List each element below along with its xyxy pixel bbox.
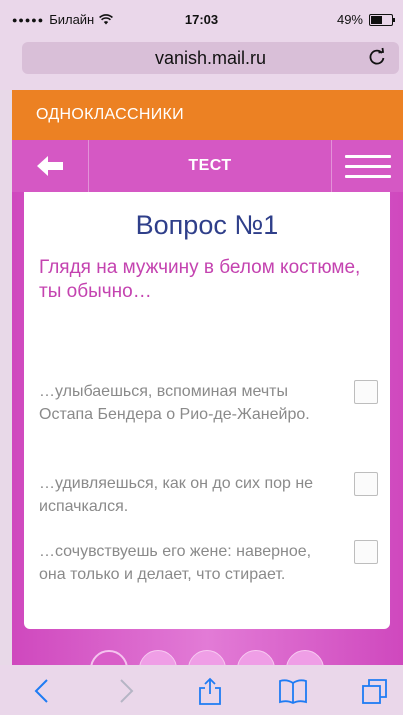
browser-toolbar bbox=[0, 665, 403, 715]
nav-title: ТЕСТ bbox=[188, 157, 232, 174]
battery-percent: 49% bbox=[336, 12, 363, 27]
forward-icon[interactable] bbox=[110, 677, 140, 705]
quiz-stage: Вопрос №1 Глядя на мужчину в белом костю… bbox=[12, 192, 403, 688]
hamburger-icon bbox=[344, 154, 391, 158]
answer-option-3[interactable]: …сочувствуешь его жене: наверное, она то… bbox=[39, 540, 378, 586]
answer-option-2[interactable]: …удивляешься, как он до сих пор не испач… bbox=[39, 472, 378, 518]
status-bar: ●●●●● Билайн 17:03 49% bbox=[0, 0, 403, 40]
bookmarks-icon[interactable] bbox=[278, 677, 308, 705]
menu-button[interactable] bbox=[331, 140, 403, 192]
answer-checkbox[interactable] bbox=[354, 380, 378, 404]
share-icon[interactable] bbox=[195, 677, 225, 705]
tabs-icon[interactable] bbox=[360, 677, 390, 705]
arrow-left-icon bbox=[37, 156, 63, 176]
question-card: Вопрос №1 Глядя на мужчину в белом костю… bbox=[24, 192, 390, 629]
test-navbar: ТЕСТ bbox=[12, 140, 403, 192]
hamburger-icon-bar bbox=[344, 164, 391, 168]
back-button[interactable] bbox=[12, 140, 89, 192]
back-icon[interactable] bbox=[28, 677, 58, 705]
browser-address-area: vanish.mail.ru bbox=[0, 40, 403, 90]
question-text: Глядя на мужчину в белом костюме, ты обы… bbox=[39, 257, 361, 302]
reload-icon[interactable] bbox=[367, 47, 387, 67]
question-title: Вопрос №1 bbox=[135, 210, 279, 240]
answer-label: …улыбаешься, вспоминая мечты Остапа Бенд… bbox=[39, 383, 310, 423]
address-bar[interactable]: vanish.mail.ru bbox=[22, 42, 399, 74]
brand-label: ОДНОКЛАССНИКИ bbox=[36, 106, 184, 123]
battery-icon bbox=[369, 13, 395, 26]
answer-label: …удивляешься, как он до сих пор не испач… bbox=[39, 475, 314, 515]
answer-checkbox[interactable] bbox=[354, 540, 378, 564]
url-text: vanish.mail.ru bbox=[154, 47, 267, 68]
brand-header[interactable]: ОДНОКЛАССНИКИ bbox=[12, 90, 403, 140]
answer-checkbox[interactable] bbox=[354, 472, 378, 496]
answer-option-1[interactable]: …улыбаешься, вспоминая мечты Остапа Бенд… bbox=[39, 380, 378, 426]
answer-label: …сочувствуешь его жене: наверное, она то… bbox=[39, 543, 312, 583]
hamburger-icon-bar bbox=[344, 174, 391, 178]
